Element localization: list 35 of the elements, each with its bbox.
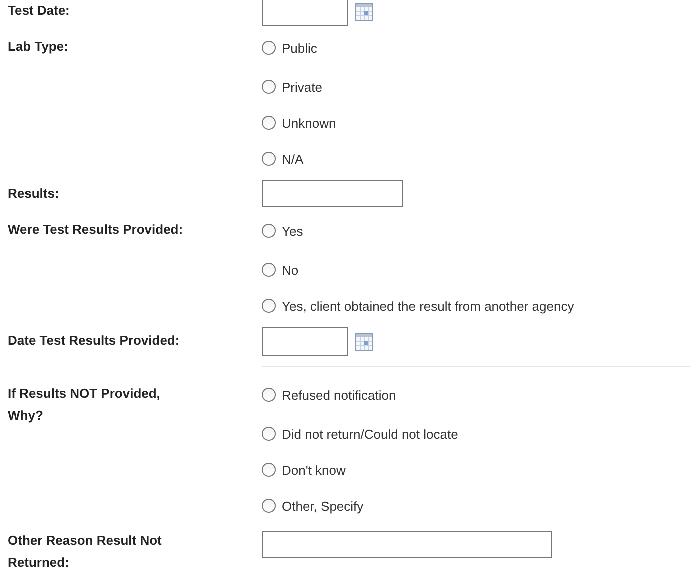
radio-label: Yes, client obtained the result from another agency [282,298,574,314]
radio-label: Did not return/Could not locate [282,426,458,442]
radio-button[interactable] [262,499,276,513]
date-field[interactable] [262,327,348,356]
field-label: Were Test Results Provided: [8,221,184,239]
radio-label: Other, Specify [282,498,364,514]
field-label: If Results NOT Provided, Why? [8,385,162,425]
radio-button[interactable] [262,80,276,94]
radio-button[interactable] [262,427,276,441]
field-label: Other Reason Result Not Returned: [8,532,163,572]
radio-button[interactable] [262,388,276,402]
radio-label: Yes [282,224,304,238]
radio-label: Private [282,80,322,94]
radio-button[interactable] [262,299,276,313]
radio-button[interactable] [262,116,276,130]
radio-button[interactable] [262,41,276,55]
field-label: Results: [8,185,60,203]
radio-button[interactable] [262,224,276,238]
date-field[interactable] [262,0,348,26]
calendar-icon[interactable] [355,332,373,350]
field-label: Lab Type: [8,38,70,56]
field-label: Test Date: [8,2,71,20]
radio-label: Don't know [282,462,346,478]
text-field[interactable] [262,531,552,558]
text-field[interactable] [262,180,403,207]
radio-label: Unknown [282,116,336,130]
radio-label: N/A [282,152,304,166]
radio-label: Refused notification [282,388,396,402]
radio-button[interactable] [262,263,276,277]
radio-button[interactable] [262,152,276,166]
radio-label: Public [282,40,318,56]
calendar-icon[interactable] [355,2,373,20]
field-label: Date Test Results Provided: [8,332,181,350]
radio-button[interactable] [262,463,276,477]
radio-label: No [282,262,299,278]
